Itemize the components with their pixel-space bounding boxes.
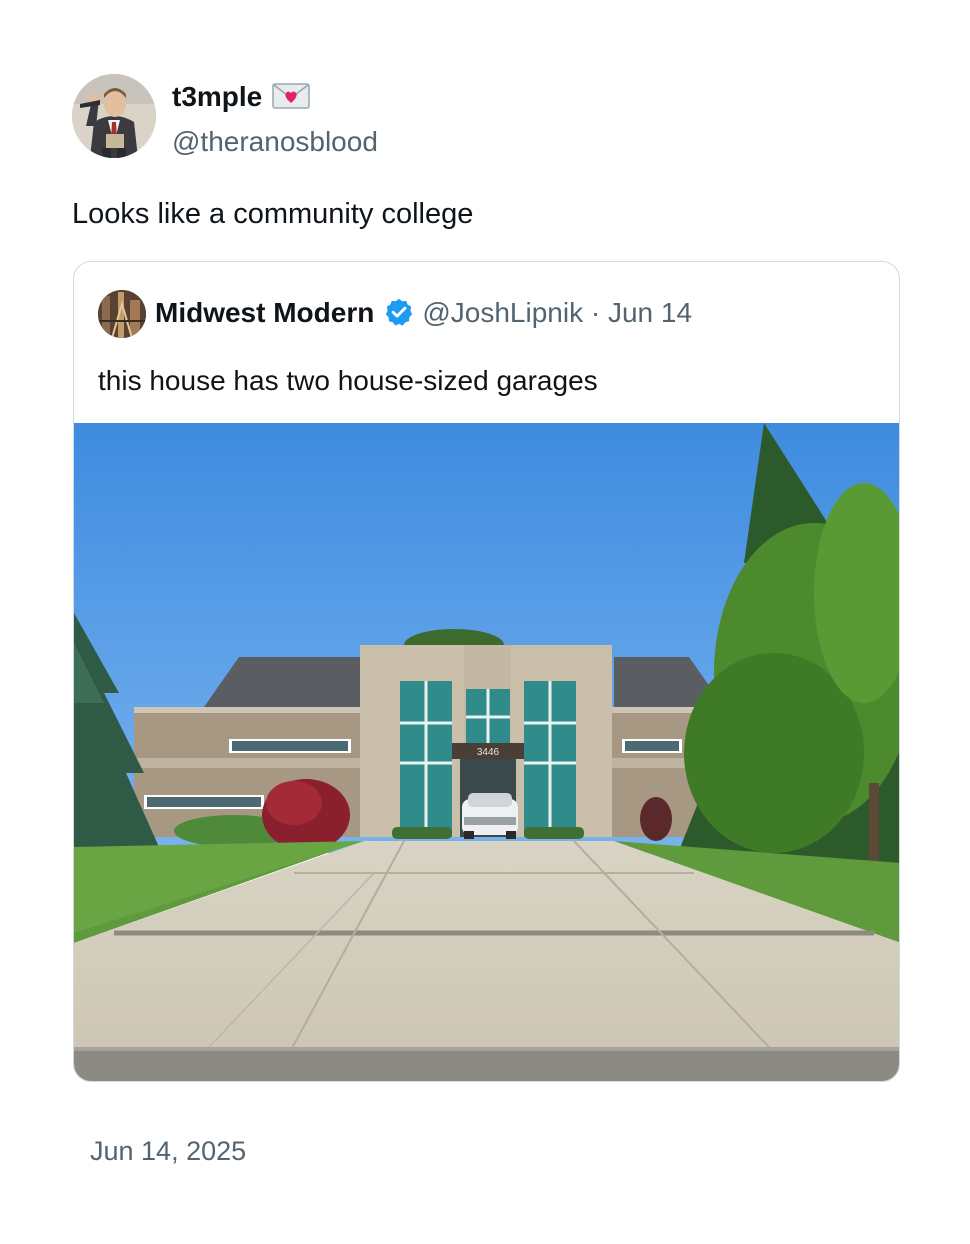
author-name[interactable]: t3mple [172,80,310,118]
house-photo: 3446 [74,423,899,1081]
avatar-photo [72,74,156,158]
header-separator: · [590,297,601,328]
house-number: 3446 [477,747,500,758]
quoted-avatar-photo [98,290,146,338]
quoted-tweet-header: Midwest Modern @JoshLipnik · Jun 14 [155,295,692,331]
tweet-timestamp[interactable]: Jun 14, 2025 [90,1134,246,1168]
quoted-author-handle[interactable]: @JoshLipnik [422,297,583,328]
quoted-author-name[interactable]: Midwest Modern [155,297,374,328]
author-avatar[interactable] [72,74,156,158]
quoted-tweet-text: this house has two house-sized garages [98,365,598,396]
tweet-detail: t3mple @theranosblood Looks like a commu… [0,0,970,1244]
love-letter-icon [272,82,310,118]
author-display-name: t3mple [172,81,263,112]
tweet-text: Looks like a community college [72,198,474,230]
quoted-tweet-date[interactable]: Jun 14 [608,297,692,328]
quoted-tweet-card[interactable]: Midwest Modern @JoshLipnik · Jun 14 this… [73,261,900,1082]
author-handle[interactable]: @theranosblood [172,125,378,159]
quoted-tweet-photo[interactable]: 3446 [74,423,899,1081]
quoted-author-avatar[interactable] [98,290,146,338]
verified-badge-icon [386,298,413,326]
